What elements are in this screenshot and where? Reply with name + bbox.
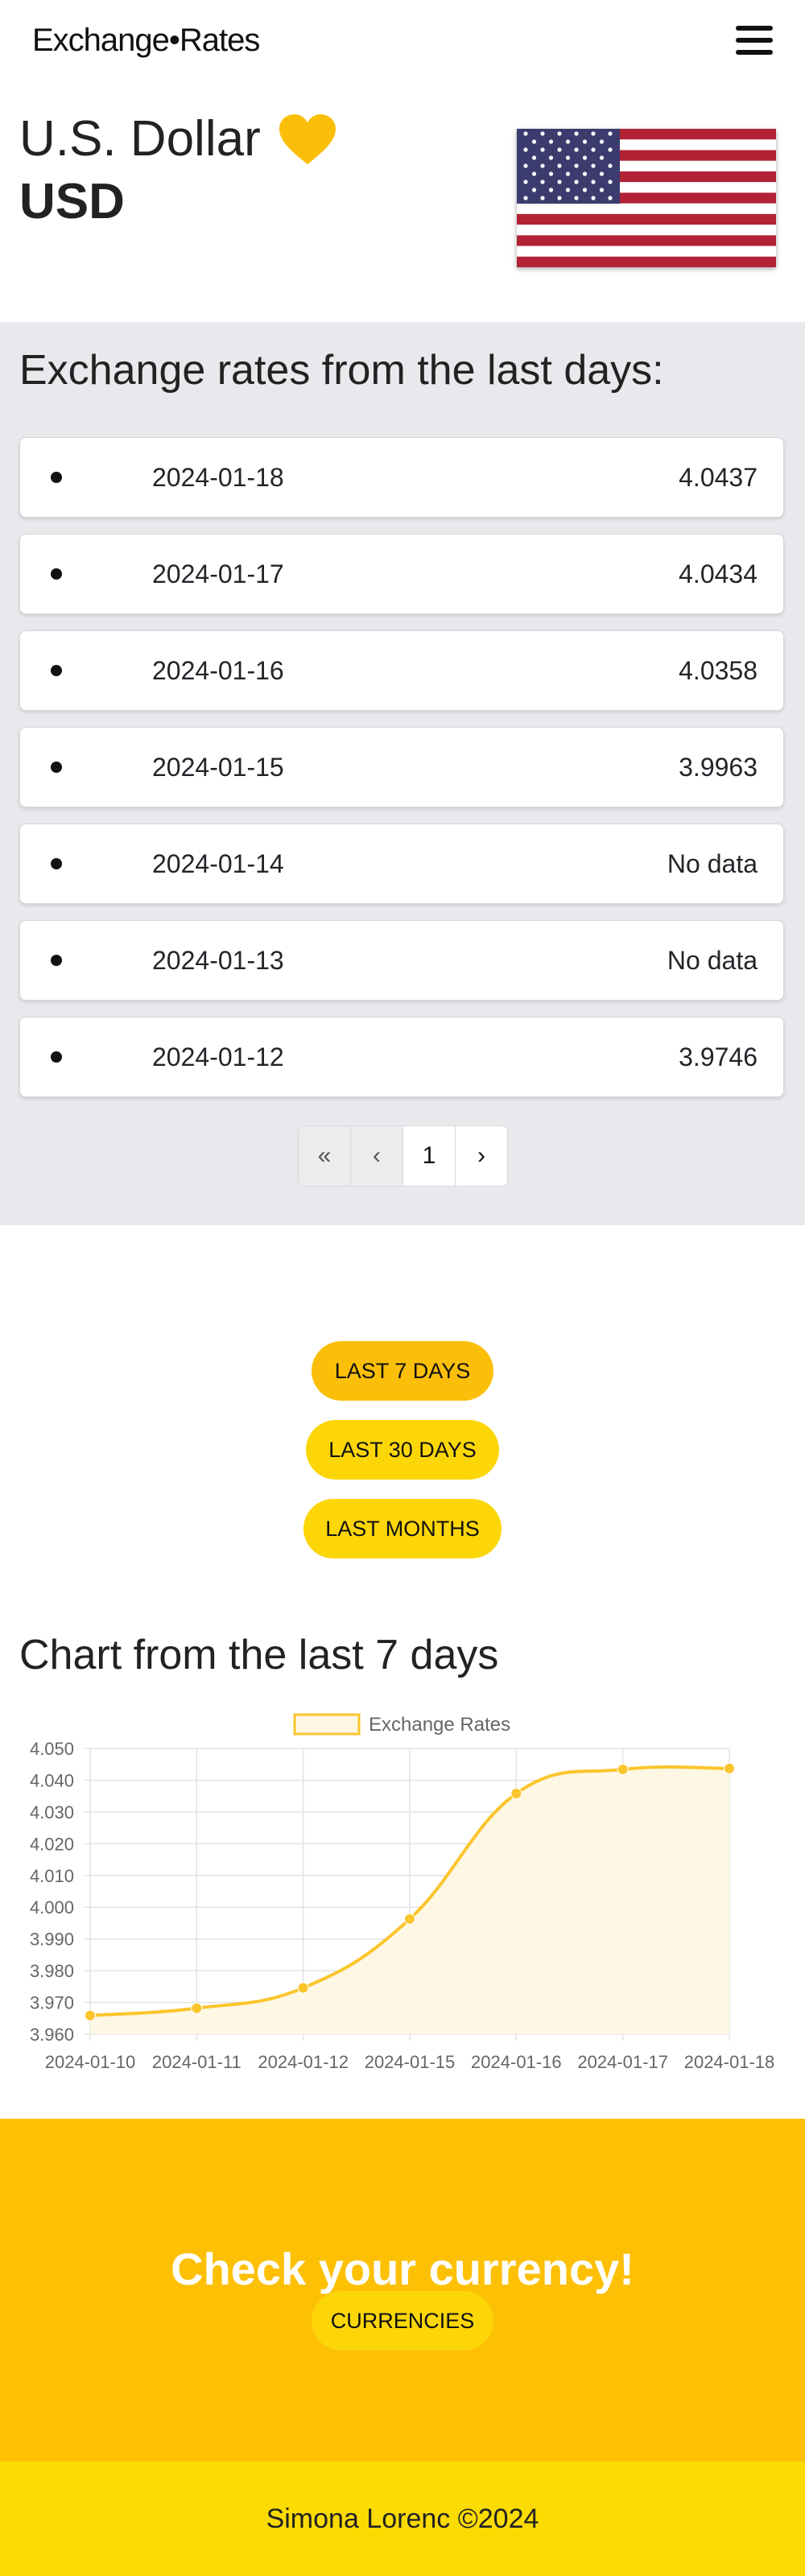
- currencies-button[interactable]: CURRENCIES: [312, 2291, 493, 2351]
- y-tick-label: 4.040: [30, 1770, 74, 1790]
- rate-item: 2024-01-17 4.0434: [19, 534, 784, 614]
- chart-title: Chart from the last 7 days: [19, 1632, 499, 1678]
- x-tick-label: 2024-01-16: [471, 2052, 562, 2072]
- heart-icon[interactable]: [278, 113, 337, 166]
- page-prev-button[interactable]: ‹: [351, 1126, 403, 1186]
- page-first-button[interactable]: «: [299, 1126, 351, 1186]
- cta-section: Check your currency! CURRENCIES: [0, 2119, 805, 2462]
- brand-logo[interactable]: Exchange•Rates: [32, 23, 260, 59]
- bullet-dot-icon: [51, 858, 62, 869]
- pagination: « ‹ 1 ›: [298, 1125, 508, 1187]
- rate-date: 2024-01-15: [152, 752, 284, 782]
- x-tick-label: 2024-01-10: [45, 2052, 136, 2072]
- y-tick-label: 4.000: [30, 1897, 74, 1918]
- rate-value: 4.0437: [679, 462, 758, 492]
- rate-value: No data: [667, 848, 758, 878]
- hamburger-bar: [736, 50, 773, 55]
- y-tick-label: 4.010: [30, 1866, 74, 1886]
- last-7-days-button[interactable]: LAST 7 DAYS: [312, 1341, 493, 1401]
- rate-item: 2024-01-12 3.9746: [19, 1017, 784, 1097]
- rate-date: 2024-01-14: [152, 848, 284, 878]
- x-tick-label: 2024-01-11: [152, 2052, 242, 2072]
- rate-date: 2024-01-16: [152, 655, 284, 685]
- x-tick-label: 2024-01-12: [258, 2052, 349, 2072]
- currency-code: USD: [19, 174, 125, 229]
- rate-value: No data: [667, 945, 758, 975]
- y-tick-label: 4.050: [30, 1739, 74, 1759]
- last-30-days-button[interactable]: LAST 30 DAYS: [306, 1420, 499, 1480]
- navbar: Exchange•Rates: [0, 0, 805, 80]
- rate-date: 2024-01-18: [152, 462, 284, 492]
- data-point: [85, 2009, 96, 2021]
- y-tick-label: 4.030: [30, 1802, 74, 1823]
- footer-text: Simona Lorenc ©2024: [266, 2503, 539, 2534]
- rate-date: 2024-01-17: [152, 559, 284, 588]
- data-point: [510, 1788, 522, 1800]
- bullet-dot-icon: [51, 472, 62, 483]
- rate-item: 2024-01-13 No data: [19, 920, 784, 1001]
- rate-value: 4.0434: [679, 559, 758, 588]
- rates-section: Exchange rates from the last days: 2024-…: [0, 322, 805, 1225]
- bullet-dot-icon: [51, 762, 62, 773]
- hamburger-menu-icon[interactable]: [736, 26, 773, 55]
- page-current-button[interactable]: 1: [403, 1126, 456, 1186]
- rates-title: Exchange rates from the last days:: [19, 347, 664, 394]
- rate-item: 2024-01-14 No data: [19, 824, 784, 904]
- us-flag-icon: [517, 129, 776, 267]
- legend-label: Exchange Rates: [369, 1714, 510, 1736]
- bullet-dot-icon: [51, 665, 62, 676]
- hamburger-bar: [736, 26, 773, 31]
- bullet-dot-icon: [51, 1051, 62, 1063]
- data-point: [191, 2002, 203, 2014]
- rate-item: 2024-01-18 4.0437: [19, 437, 784, 518]
- rate-date: 2024-01-12: [152, 1042, 284, 1071]
- y-tick-label: 3.980: [30, 1961, 74, 1981]
- last-months-button[interactable]: LAST MONTHS: [303, 1499, 502, 1558]
- x-tick-label: 2024-01-15: [365, 2052, 456, 2072]
- rate-value: 3.9963: [679, 752, 758, 782]
- rate-value: 4.0358: [679, 655, 758, 685]
- rate-item: 2024-01-15 3.9963: [19, 727, 784, 807]
- rate-value: 3.9746: [679, 1042, 758, 1071]
- exchange-rate-chart: 4.050 4.040 4.030 4.020 4.010 4.000 3.990 3.980…: [30, 1713, 775, 2072]
- data-point: [404, 1913, 415, 1925]
- data-point: [617, 1764, 629, 1776]
- rate-item: 2024-01-16 4.0358: [19, 630, 784, 711]
- legend-swatch: [293, 1713, 361, 1736]
- currency-name: U.S. Dollar: [19, 111, 261, 167]
- hamburger-bar: [736, 38, 773, 43]
- y-tick-label: 4.020: [30, 1834, 74, 1854]
- bullet-dot-icon: [51, 955, 62, 966]
- bullet-dot-icon: [51, 568, 62, 580]
- rate-date: 2024-01-13: [152, 945, 284, 975]
- y-tick-label: 3.960: [30, 2025, 74, 2045]
- cta-title: Check your currency!: [171, 2244, 634, 2294]
- x-tick-label: 2024-01-18: [684, 2052, 775, 2072]
- data-point: [724, 1762, 735, 1774]
- data-point: [297, 1982, 309, 1994]
- y-tick-label: 3.990: [30, 1930, 74, 1950]
- y-tick-label: 3.970: [30, 1993, 74, 2013]
- x-tick-label: 2024-01-17: [577, 2052, 668, 2072]
- footer: Simona Lorenc ©2024: [0, 2462, 805, 2576]
- page-next-button[interactable]: ›: [456, 1126, 507, 1186]
